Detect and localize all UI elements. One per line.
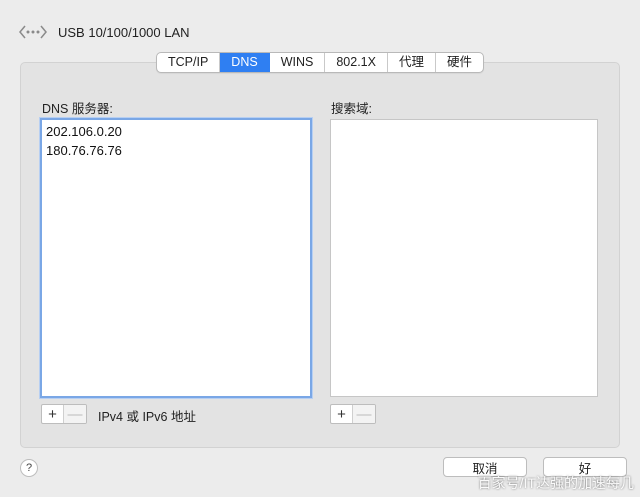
add-search-domain-button[interactable]: + [331, 405, 353, 423]
tab-proxy[interactable]: 代理 [388, 53, 436, 72]
tab-dns[interactable]: DNS [220, 53, 270, 72]
tab-hardware[interactable]: 硬件 [436, 53, 483, 72]
tab-8021x[interactable]: 802.1X [325, 53, 388, 72]
watermark: 百家号/IT达强的加速每几 [477, 475, 634, 491]
remove-dns-button[interactable]: — [64, 405, 86, 423]
interface-title: USB 10/100/1000 LAN [58, 24, 190, 40]
remove-search-domain-button[interactable]: — [353, 405, 375, 423]
dns-server-item[interactable]: 202.106.0.20 [46, 122, 306, 141]
search-add-remove: + — [330, 404, 376, 424]
header: USB 10/100/1000 LAN [18, 20, 190, 44]
add-dns-button[interactable]: + [42, 405, 64, 423]
dns-server-item[interactable]: 180.76.76.76 [46, 141, 306, 160]
dns-add-remove: + — [41, 404, 87, 424]
tab-wins[interactable]: WINS [270, 53, 326, 72]
search-domains-list[interactable] [330, 119, 598, 397]
search-domains-label: 搜索域: [331, 102, 372, 116]
dns-servers-list[interactable]: 202.106.0.20 180.76.76.76 [40, 118, 312, 398]
help-button[interactable]: ? [20, 459, 38, 477]
tab-bar: TCP/IP DNS WINS 802.1X 代理 硬件 [156, 52, 484, 73]
dns-servers-label: DNS 服务器: [42, 102, 113, 116]
tab-tcpip[interactable]: TCP/IP [157, 53, 221, 72]
network-icon [18, 21, 48, 43]
address-hint: IPv4 或 IPv6 地址 [98, 410, 196, 424]
